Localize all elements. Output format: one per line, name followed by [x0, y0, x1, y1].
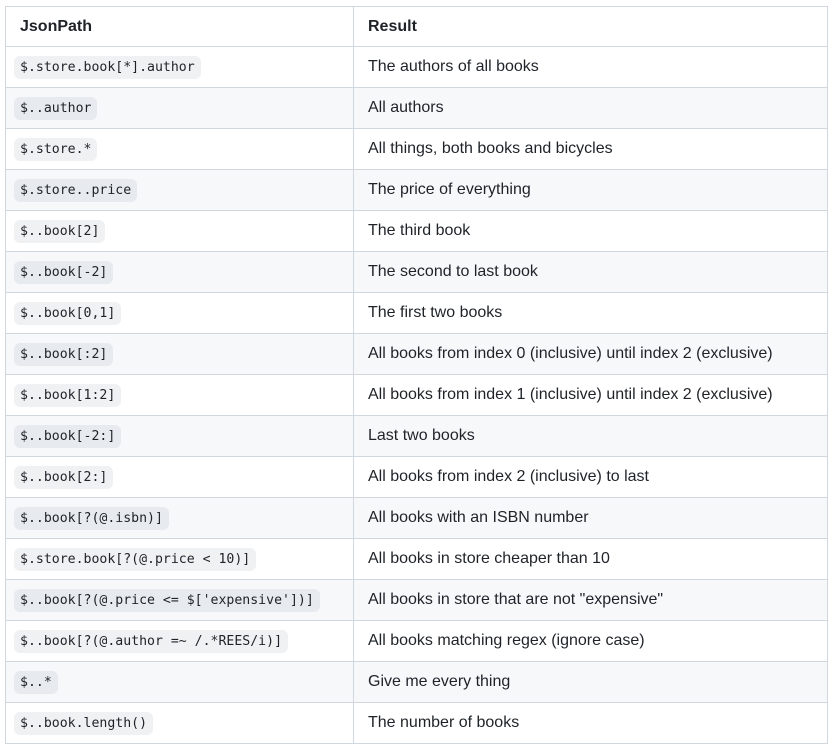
jsonpath-expression: $..book[2:]	[14, 465, 114, 489]
result-cell: All books matching regex (ignore case)	[353, 620, 828, 662]
table-row: $..book.length() The number of books	[5, 702, 828, 744]
jsonpath-expression: $..book[-2:]	[14, 424, 122, 448]
table-row: $..book[2:] All books from index 2 (inclu…	[5, 456, 828, 498]
jsonpath-expression: $..book[2]	[14, 219, 106, 243]
jsonpath-expression: $..book[?(@.price <= $['expensive'])]	[14, 588, 320, 612]
result-cell: The third book	[353, 210, 828, 252]
jsonpath-cell: $.store.book[*].author	[5, 46, 354, 88]
jsonpath-cell: $.store.book[?(@.price < 10)]	[5, 538, 354, 580]
jsonpath-expression: $..book.length()	[14, 711, 154, 735]
table-body: $.store.book[*].author The authors of all…	[5, 46, 828, 744]
jsonpath-cell: $..book.length()	[5, 702, 354, 744]
jsonpath-cell: $..book[1:2]	[5, 374, 354, 416]
jsonpath-cell: $..book[2:]	[5, 456, 354, 498]
jsonpath-cell: $.store..price	[5, 169, 354, 211]
result-cell: The first two books	[353, 292, 828, 334]
result-cell: The authors of all books	[353, 46, 828, 88]
header-result: Result	[353, 6, 828, 47]
jsonpath-expression: $..book[:2]	[14, 342, 114, 366]
jsonpath-expression: $.store.book[?(@.price < 10)]	[14, 547, 257, 571]
result-cell: The number of books	[353, 702, 828, 744]
table-header: JsonPath Result	[5, 6, 828, 47]
table-row: $.store..price The price of everything	[5, 169, 828, 211]
table-row: $..book[-2:] Last two books	[5, 415, 828, 457]
table-row: $..book[?(@.price <= $['expensive'])] All…	[5, 579, 828, 621]
jsonpath-cell: $..book[?(@.isbn)]	[5, 497, 354, 539]
jsonpath-cell: $..book[-2:]	[5, 415, 354, 457]
table-row: $..book[2] The third book	[5, 210, 828, 252]
jsonpath-cell: $..author	[5, 87, 354, 129]
jsonpath-cell: $..book[?(@.price <= $['expensive'])]	[5, 579, 354, 621]
result-cell: All books from index 1 (inclusive) until…	[353, 374, 828, 416]
jsonpath-expression: $.store..price	[14, 178, 138, 202]
result-cell: Last two books	[353, 415, 828, 457]
table-row: $..book[?(@.isbn)] All books with an ISBN…	[5, 497, 828, 539]
table-row: $.store.* All things, both books and bicy…	[5, 128, 828, 170]
jsonpath-cell: $..book[?(@.author =~ /.*REES/i)]	[5, 620, 354, 662]
result-cell: All things, both books and bicycles	[353, 128, 828, 170]
result-cell: All books with an ISBN number	[353, 497, 828, 539]
jsonpath-table: JsonPath Result $.store.book[*].author Th…	[5, 6, 828, 744]
table-row: $..book[:2] All books from index 0 (inclu…	[5, 333, 828, 375]
table-row: $..book[?(@.author =~ /.*REES/i)] All boo…	[5, 620, 828, 662]
jsonpath-expression: $..book[?(@.author =~ /.*REES/i)]	[14, 629, 289, 653]
jsonpath-expression: $..*	[14, 670, 58, 694]
jsonpath-expression: $..book[?(@.isbn)]	[14, 506, 169, 530]
result-cell: All books from index 2 (inclusive) to la…	[353, 456, 828, 498]
jsonpath-expression: $..book[1:2]	[14, 383, 122, 407]
table-row: $..book[1:2] All books from index 1 (incl…	[5, 374, 828, 416]
table-row: $..book[-2] The second to last book	[5, 251, 828, 293]
jsonpath-cell: $..book[-2]	[5, 251, 354, 293]
result-cell: The price of everything	[353, 169, 828, 211]
result-cell: All books from index 0 (inclusive) until…	[353, 333, 828, 375]
table-row: $.store.book[*].author The authors of all…	[5, 46, 828, 88]
jsonpath-cell: $..book[2]	[5, 210, 354, 252]
header-jsonpath: JsonPath	[5, 6, 354, 47]
jsonpath-cell: $..*	[5, 661, 354, 703]
result-cell: All authors	[353, 87, 828, 129]
table-row: $..book[0,1] The first two books	[5, 292, 828, 334]
jsonpath-cell: $..book[0,1]	[5, 292, 354, 334]
jsonpath-cell: $..book[:2]	[5, 333, 354, 375]
result-cell: All books in store that are not "expensi…	[353, 579, 828, 621]
jsonpath-expression: $.store.book[*].author	[14, 55, 201, 79]
jsonpath-cell: $.store.*	[5, 128, 354, 170]
table-header-row: JsonPath Result	[5, 6, 828, 47]
jsonpath-expression: $.store.*	[14, 137, 98, 161]
table-row: $..author All authors	[5, 87, 828, 129]
result-cell: The second to last book	[353, 251, 828, 293]
jsonpath-expression: $..book[-2]	[14, 260, 114, 284]
result-cell: All books in store cheaper than 10	[353, 538, 828, 580]
table-row: $..* Give me every thing	[5, 661, 828, 703]
jsonpath-expression: $..author	[14, 96, 98, 120]
result-cell: Give me every thing	[353, 661, 828, 703]
table-row: $.store.book[?(@.price < 10)] All books i…	[5, 538, 828, 580]
jsonpath-expression: $..book[0,1]	[14, 301, 122, 325]
